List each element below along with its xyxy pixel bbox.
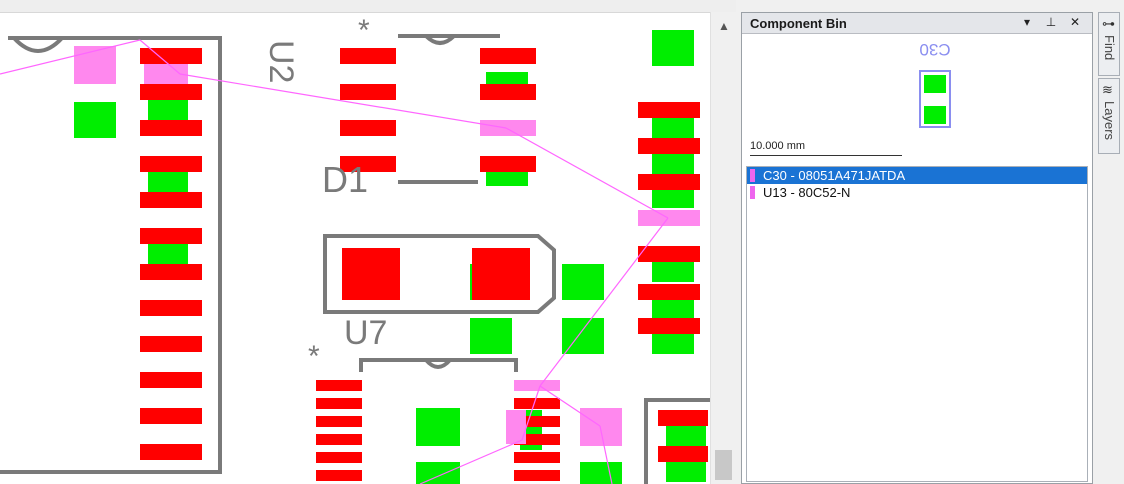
pad-top [480, 84, 536, 100]
pad-top [316, 416, 362, 427]
pad-top [480, 156, 536, 172]
pad-top [316, 380, 362, 391]
pad-top [140, 372, 202, 388]
pad-top [140, 120, 202, 136]
layers-icon: ≋ [1102, 82, 1113, 97]
footprint-pad [924, 106, 946, 124]
list-item[interactable]: U13 - 80C52-N [747, 184, 1087, 201]
component-list[interactable]: C30 - 08051A471JATDA U13 - 80C52-N [746, 166, 1088, 482]
pad-top [140, 228, 202, 244]
pad-bottom [562, 264, 604, 300]
pad-bottom [666, 460, 706, 482]
pin1-marker: * [358, 14, 370, 47]
pin-icon[interactable]: ⊥ [1044, 15, 1058, 29]
pad-selected [638, 210, 700, 226]
pcb-layout[interactable]: U2 D1 U7 * * [0, 0, 710, 484]
pad-top [316, 452, 362, 463]
vertical-scrollbar[interactable]: ▲ [710, 12, 737, 484]
component-color-swatch [750, 169, 755, 182]
pad-top [140, 156, 202, 172]
tab-layers[interactable]: ≋ Layers [1098, 78, 1120, 154]
pad-top [480, 48, 536, 64]
pad-bottom [652, 334, 694, 354]
pad-top [658, 446, 708, 462]
pad-top [340, 120, 396, 136]
pad-bottom [580, 462, 622, 484]
pad-top [340, 48, 396, 64]
binoculars-icon: ⊶ [1102, 16, 1115, 31]
ratsnest-line [539, 217, 669, 387]
pad-top [140, 264, 202, 280]
pad-selected [506, 410, 526, 444]
tab-label: Layers [1102, 101, 1117, 141]
pin1-marker: * [308, 340, 320, 373]
pad-top [140, 444, 202, 460]
preview-designator: C30 [919, 40, 950, 59]
footprint-pad [924, 75, 946, 93]
tab-label: Find [1102, 35, 1117, 61]
pad-top [638, 284, 700, 300]
pad-bottom [666, 424, 706, 446]
pad-top [472, 248, 530, 300]
pad-selected [580, 408, 622, 446]
pad-bottom [148, 172, 188, 194]
scroll-up-icon[interactable]: ▲ [711, 18, 737, 34]
tab-find[interactable]: ⊶ Find [1098, 12, 1120, 76]
pad-top [658, 410, 708, 426]
pad-bottom [416, 462, 460, 484]
pad-top [638, 246, 700, 262]
pad-top [638, 318, 700, 334]
pad-bottom [652, 298, 694, 318]
pad-selected [480, 120, 536, 136]
pad-bottom [486, 170, 528, 186]
pad-top [140, 408, 202, 424]
pad-bottom [74, 102, 116, 138]
pad-top [140, 48, 202, 64]
list-item-label: C30 - 08051A471JATDA [763, 168, 906, 183]
designator-u2: U2 [262, 40, 300, 83]
close-icon[interactable]: ✕ [1068, 15, 1082, 29]
panel-header: Component Bin ▾ ⊥ ✕ [742, 13, 1092, 34]
pad-selected [74, 46, 116, 84]
pad-top [316, 398, 362, 409]
panel-title: Component Bin [750, 16, 847, 31]
pad-top [638, 102, 700, 118]
pad-top [514, 452, 560, 463]
pad-bottom [652, 154, 694, 174]
pad-top [140, 336, 202, 352]
ratsnest-line [179, 73, 507, 129]
component-bin-panel: Component Bin ▾ ⊥ ✕ C30 10.000 mm C30 - … [741, 12, 1093, 484]
scrollbar-thumb[interactable] [715, 450, 732, 480]
pad-selected [514, 380, 560, 391]
side-tab-strip: ⊶ Find ≋ Layers [1096, 12, 1124, 484]
pad-bottom [470, 318, 512, 354]
pad-bottom [416, 408, 460, 446]
pad-bottom [652, 188, 694, 208]
pad-top [316, 434, 362, 445]
pad-top [140, 300, 202, 316]
pad-top [638, 174, 700, 190]
scale-label: 10.000 mm [750, 140, 806, 152]
designator-d1: D1 [322, 159, 368, 200]
pad-top [316, 470, 362, 481]
pad-top [140, 192, 202, 208]
pad-bottom [652, 262, 694, 282]
list-item-label: U13 - 80C52-N [763, 185, 851, 200]
pcb-canvas[interactable]: U2 D1 U7 * * [0, 0, 710, 484]
pad-top [140, 84, 202, 100]
component-color-swatch [750, 186, 755, 199]
designator-u7: U7 [344, 314, 387, 352]
list-item[interactable]: C30 - 08051A471JATDA [747, 167, 1087, 184]
pad-top [342, 248, 400, 300]
pad-top [514, 470, 560, 481]
panel-menu-icon[interactable]: ▾ [1020, 15, 1034, 29]
pad-bottom [652, 118, 694, 138]
pad-top [340, 84, 396, 100]
canvas-top-edge [0, 0, 736, 13]
pad-top [514, 398, 560, 409]
scale-bar [750, 155, 902, 156]
pad-bottom [652, 30, 694, 66]
pad-top [638, 138, 700, 154]
